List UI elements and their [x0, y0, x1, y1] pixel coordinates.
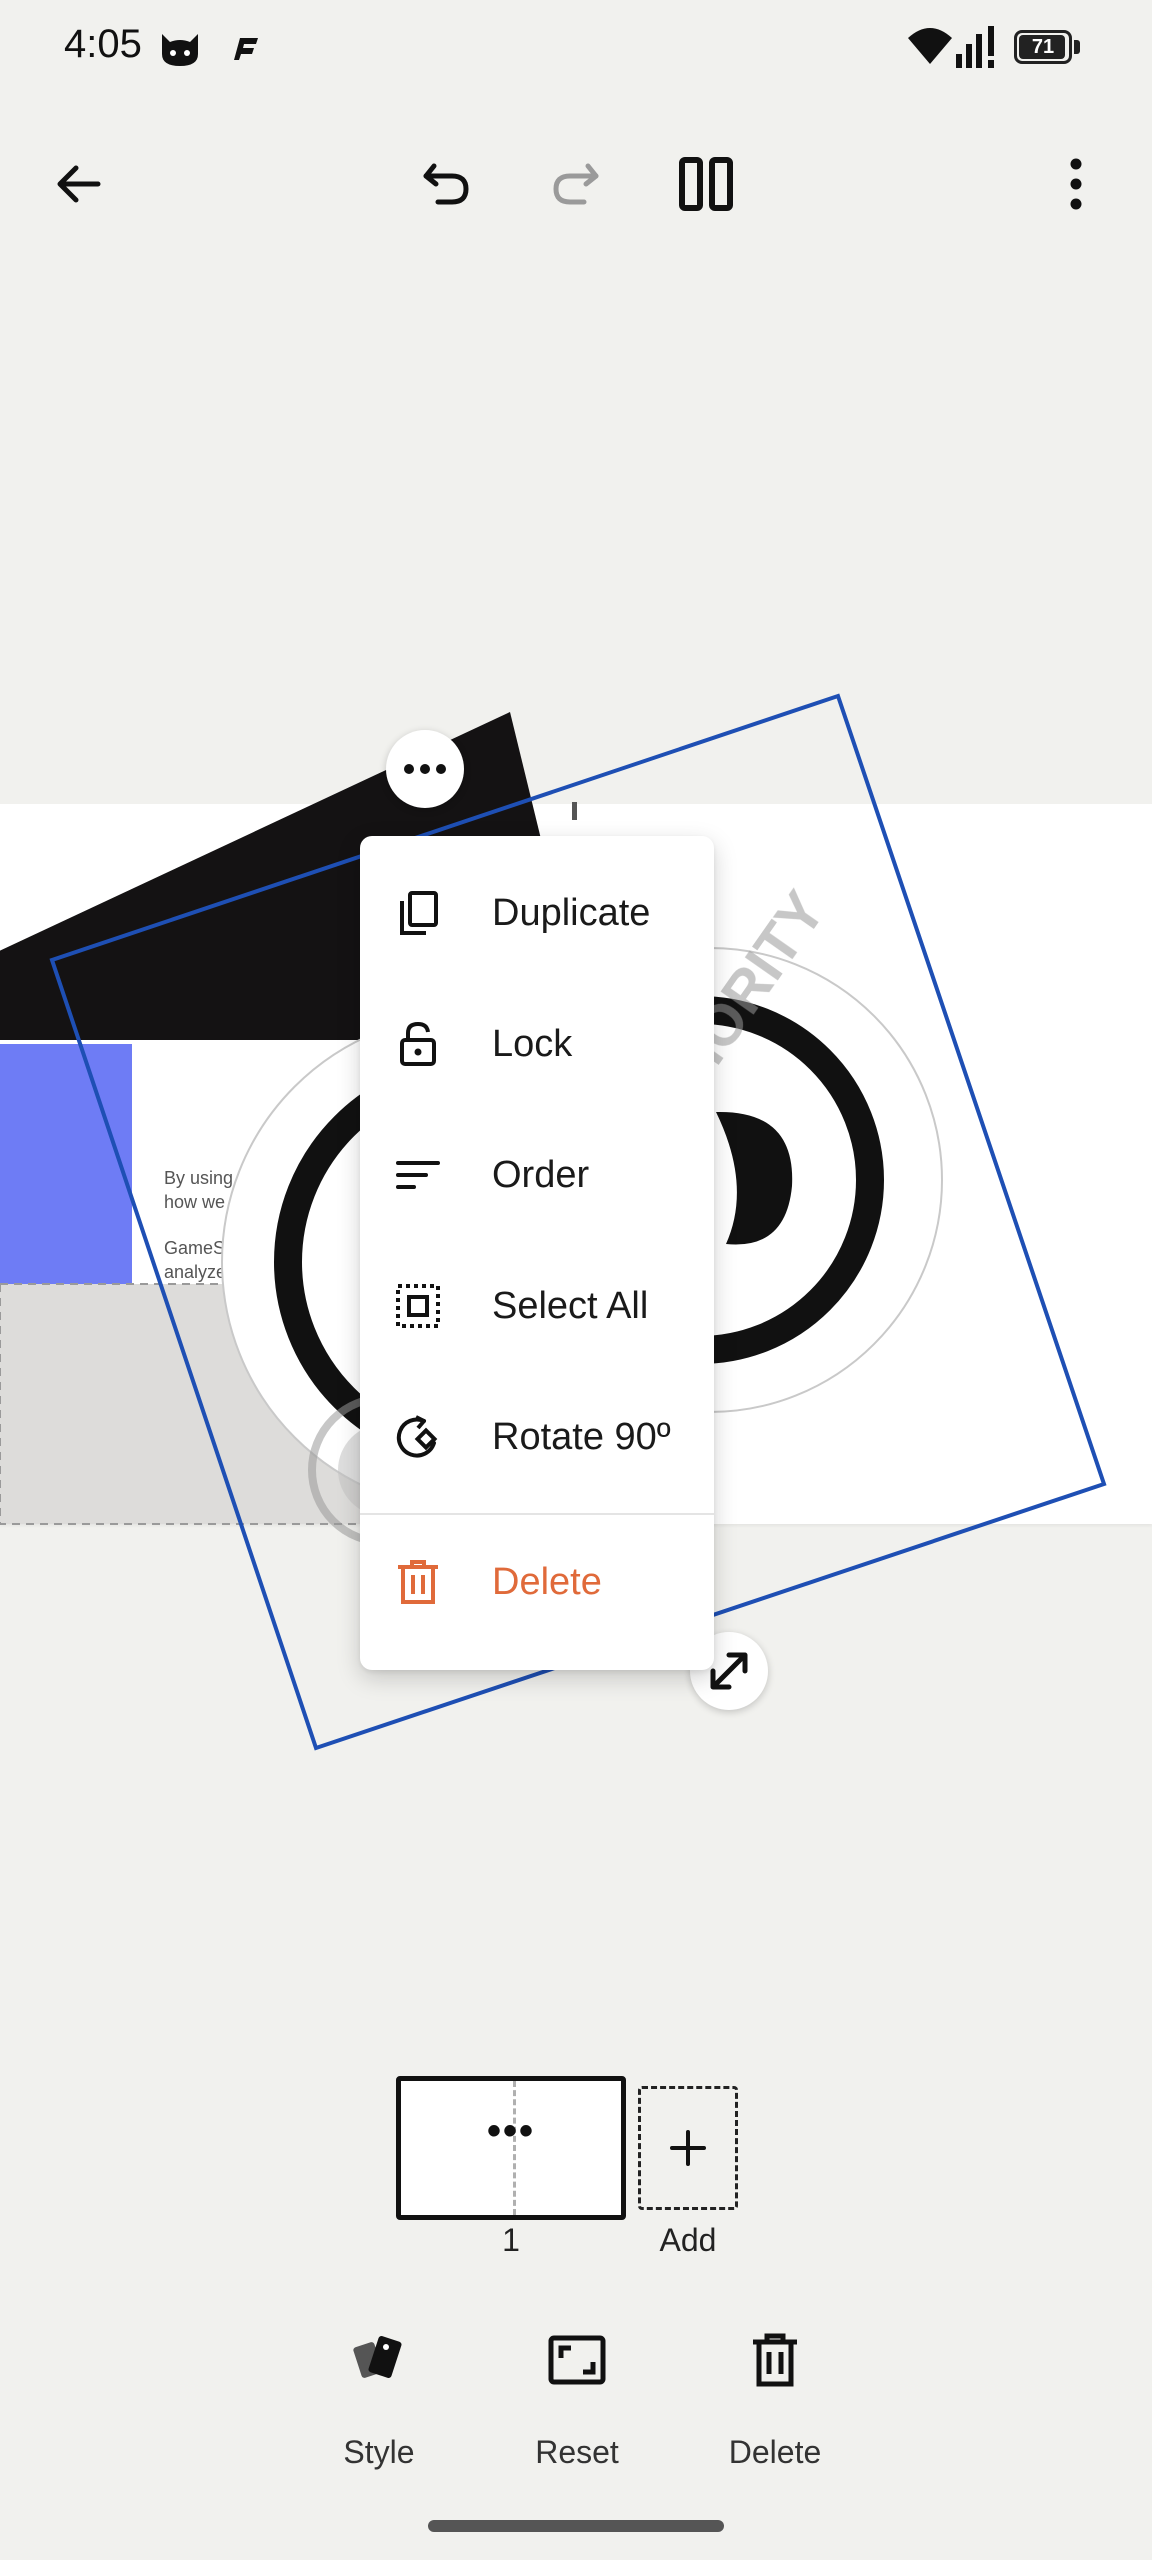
reset-button[interactable]: Reset [492, 2320, 662, 2480]
card-text-1: By using [164, 1168, 233, 1188]
order-icon [396, 1161, 440, 1189]
page-options-icon[interactable]: ••• [401, 2111, 621, 2151]
delete-button[interactable]: Delete [690, 2320, 860, 2480]
accent-block [0, 1044, 132, 1284]
select-all-icon [396, 1284, 440, 1328]
menu-label-duplicate: Duplicate [492, 892, 651, 934]
reset-frame-icon [548, 2335, 606, 2385]
add-page-button[interactable] [638, 2086, 738, 2210]
style-cards-icon [353, 2336, 402, 2378]
card-text-4: analyze [164, 1262, 226, 1282]
menu-label-rotate: Rotate 90º [492, 1416, 671, 1458]
style-button[interactable]: Style [294, 2320, 464, 2480]
reset-label: Reset [535, 2434, 619, 2470]
delete-label: Delete [728, 2434, 822, 2470]
menu-item-delete[interactable]: Delete [360, 1517, 714, 1647]
page-thumbnail[interactable]: ••• [396, 2076, 626, 2220]
menu-item-lock[interactable]: Lock [360, 979, 714, 1109]
menu-divider [360, 1513, 714, 1515]
menu-item-order[interactable]: Order [360, 1110, 714, 1240]
style-label: Style [343, 2434, 415, 2470]
duplicate-icon [400, 891, 438, 935]
menu-label-delete: Delete [492, 1561, 602, 1603]
more-horizontal-icon [404, 764, 446, 774]
menu-label-lock: Lock [492, 1023, 573, 1065]
menu-label-select-all: Select All [492, 1285, 649, 1327]
menu-item-rotate[interactable]: Rotate 90º [360, 1372, 714, 1502]
element-options-button[interactable] [386, 730, 464, 808]
menu-item-duplicate[interactable]: Duplicate [360, 848, 714, 978]
trash-icon [753, 2333, 797, 2387]
card-text-3: GameS [164, 1238, 225, 1258]
home-indicator[interactable] [428, 2520, 724, 2532]
add-page-label: Add [659, 2222, 717, 2258]
lock-icon [400, 1021, 436, 1066]
menu-label-order: Order [492, 1154, 590, 1196]
card-text-2: how we [164, 1192, 225, 1212]
rotate-icon [396, 1415, 438, 1458]
page-number: 1 [502, 2222, 520, 2258]
delete-icon [398, 1560, 438, 1604]
context-menu: Duplicate Lock Order Select All Rotate 9… [360, 836, 714, 1670]
menu-item-select-all[interactable]: Select All [360, 1241, 714, 1371]
plus-icon [670, 2130, 706, 2166]
